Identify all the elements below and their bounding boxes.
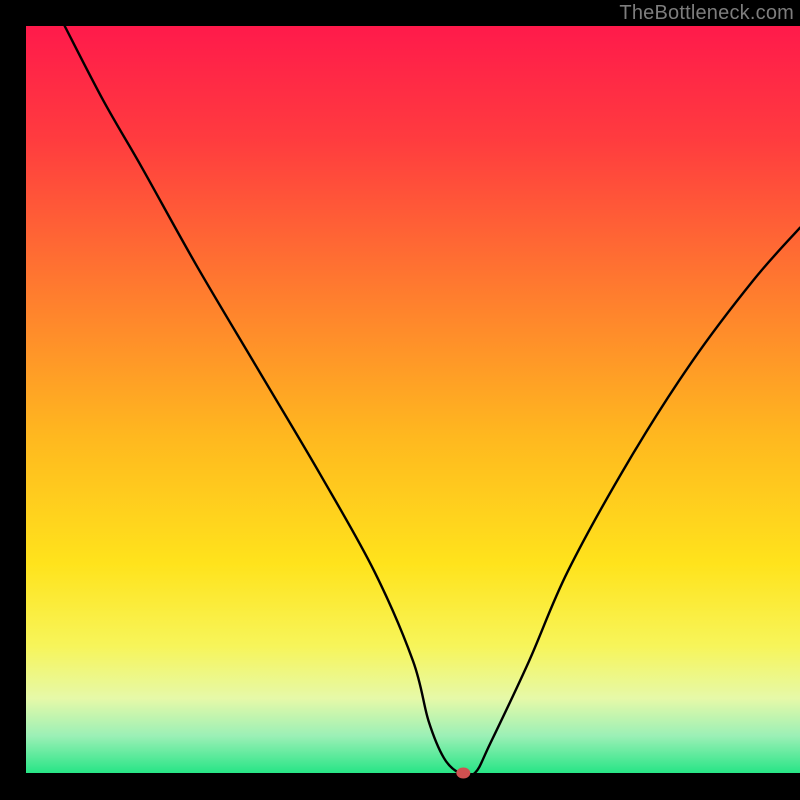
chart-container: TheBottleneck.com xyxy=(0,0,800,800)
optimal-point-marker xyxy=(456,768,470,779)
bottleneck-chart xyxy=(0,0,800,800)
attribution-text: TheBottleneck.com xyxy=(619,2,794,25)
